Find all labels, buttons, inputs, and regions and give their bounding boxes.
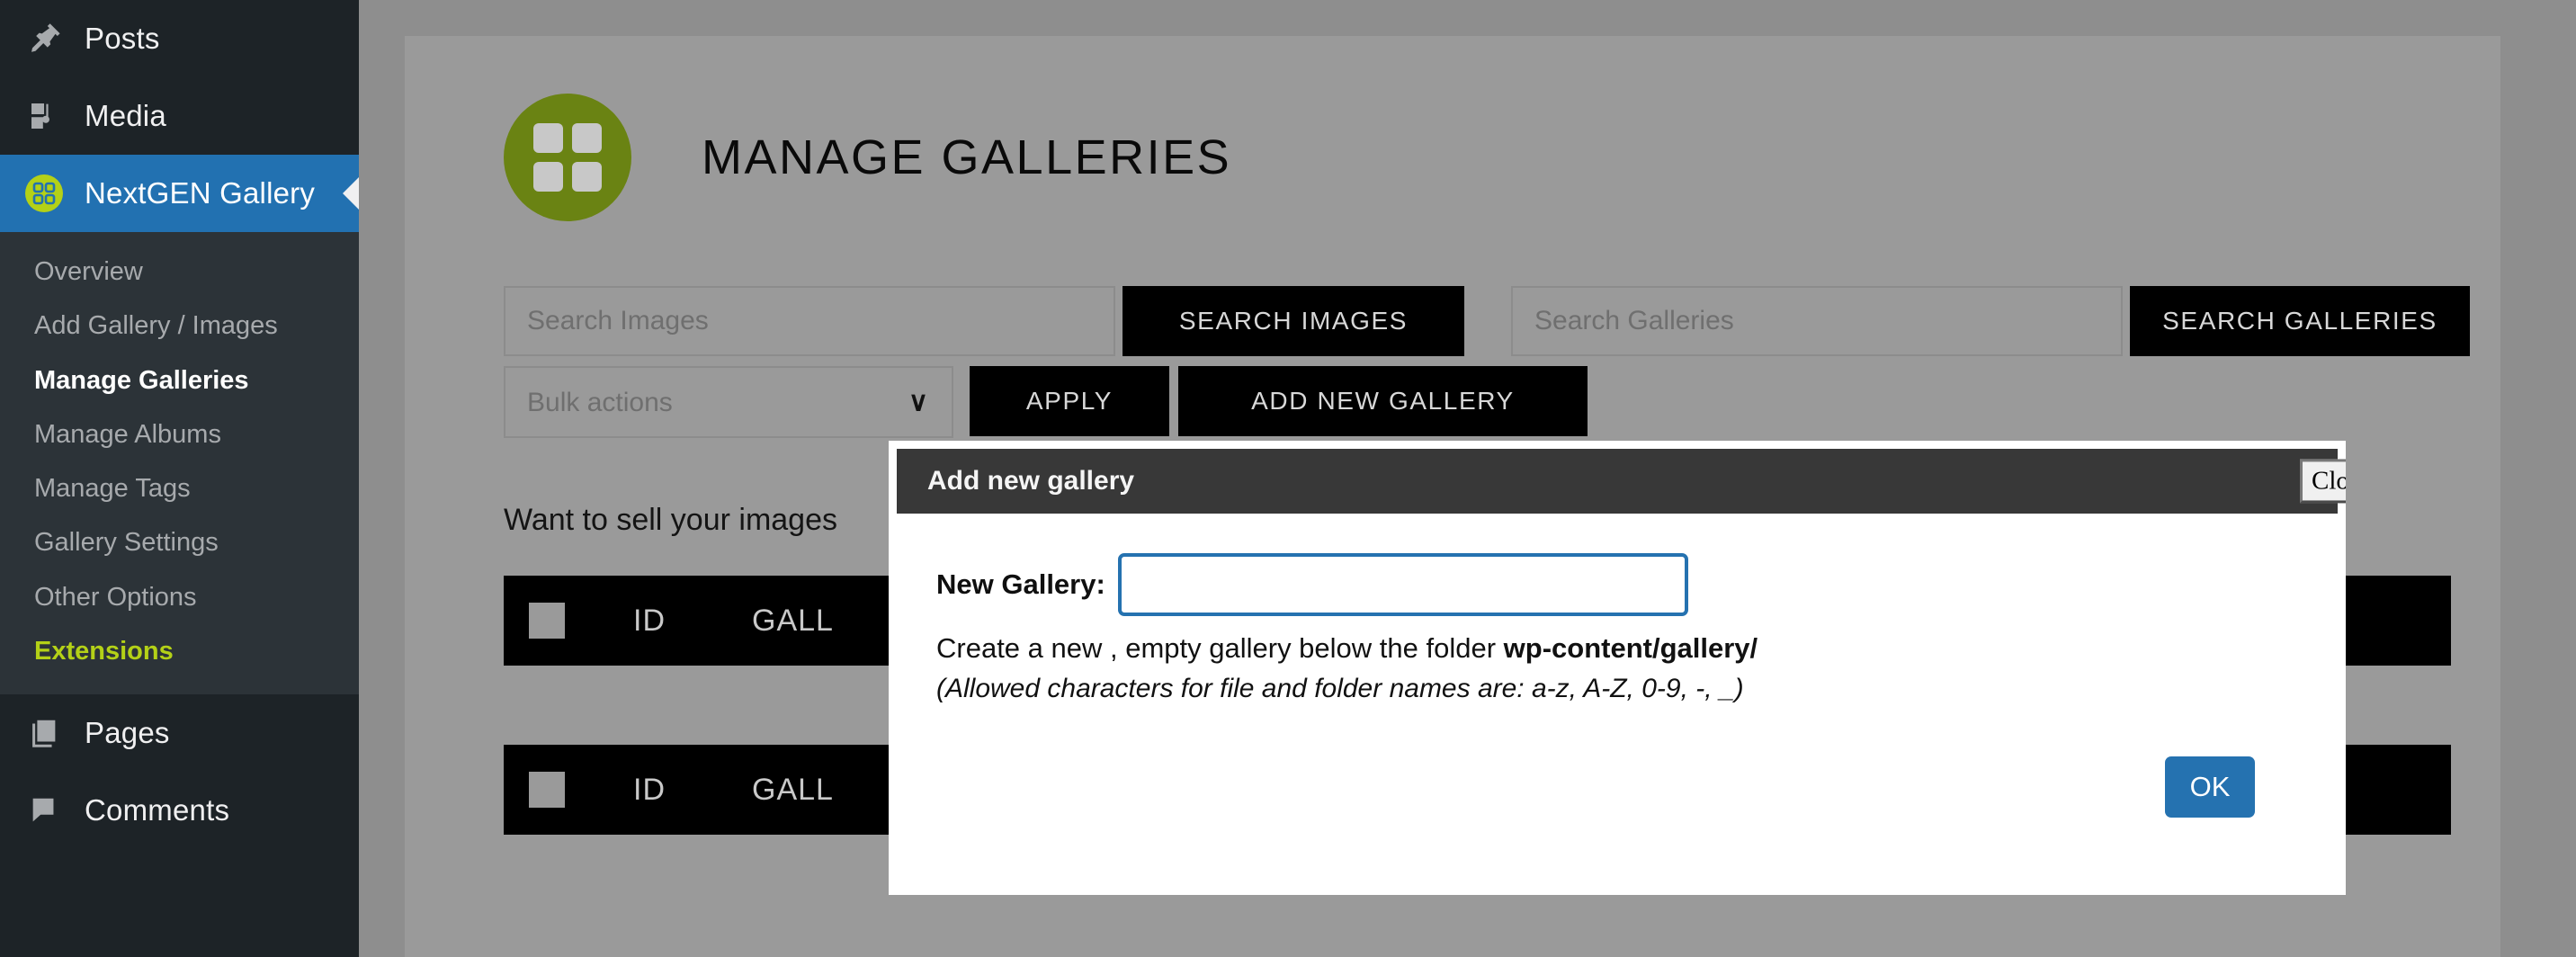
add-new-gallery-dialog: Add new gallery Close New Gallery: Creat… bbox=[889, 441, 2346, 895]
sidebar-item-manage-tags[interactable]: Manage Tags bbox=[0, 461, 359, 515]
close-button[interactable]: Close bbox=[2300, 459, 2346, 504]
add-new-gallery-button[interactable]: ADD NEW GALLERY bbox=[1178, 366, 1588, 436]
sidebar-item-label-posts: Posts bbox=[85, 22, 160, 55]
dialog-help-text-folder-path: wp-content/gallery/ bbox=[1503, 632, 1758, 664]
search-galleries-button[interactable]: SEARCH GALLERIES bbox=[2130, 286, 2470, 356]
apply-button[interactable]: APPLY bbox=[970, 366, 1169, 436]
column-header-gallery-top[interactable]: GALL bbox=[752, 604, 834, 639]
sidebar-item-label-media: Media bbox=[85, 99, 166, 132]
sidebar-item-media[interactable]: Media bbox=[0, 77, 359, 155]
sidebar-item-manage-albums[interactable]: Manage Albums bbox=[0, 407, 359, 461]
search-images-button[interactable]: SEARCH IMAGES bbox=[1123, 286, 1464, 356]
sidebar-item-overview[interactable]: Overview bbox=[0, 245, 359, 299]
sidebar-item-extensions[interactable]: Extensions bbox=[0, 624, 359, 678]
nextgen-gallery-logo-icon bbox=[504, 94, 631, 221]
sidebar-item-other-options[interactable]: Other Options bbox=[0, 570, 359, 624]
pin-icon bbox=[23, 18, 65, 59]
dialog-body: New Gallery: Create a new , empty galler… bbox=[897, 514, 2338, 882]
active-menu-arrow-icon bbox=[343, 177, 359, 210]
page-header: MANAGE GALLERIES bbox=[405, 36, 2500, 221]
media-icon bbox=[23, 95, 65, 137]
sidebar-item-pages[interactable]: Pages bbox=[0, 694, 359, 772]
column-header-id-top[interactable]: ID bbox=[633, 604, 666, 639]
ok-button[interactable]: OK bbox=[2165, 756, 2255, 818]
select-all-checkbox-bottom[interactable] bbox=[529, 772, 565, 808]
sidebar-item-label-nextgen-gallery: NextGEN Gallery bbox=[85, 176, 316, 210]
nextgen-gallery-icon bbox=[23, 173, 65, 214]
dialog-help-text-folder: Create a new , empty gallery below the f… bbox=[936, 632, 2338, 665]
admin-sidebar: Posts Media NextGEN Gallery Overview Add… bbox=[0, 0, 359, 957]
sidebar-item-nextgen-gallery[interactable]: NextGEN Gallery bbox=[0, 155, 359, 232]
bulk-actions-select-wrapper[interactable]: Bulk actions ∨ bbox=[504, 366, 953, 438]
dialog-help-text-folder-prefix: Create a new , empty gallery below the f… bbox=[936, 632, 1504, 664]
dialog-help-text-allowed-chars: (Allowed characters for file and folder … bbox=[936, 674, 1744, 703]
sidebar-item-label-pages: Pages bbox=[85, 716, 170, 749]
new-gallery-label: New Gallery: bbox=[936, 568, 1105, 600]
page-title: MANAGE GALLERIES bbox=[702, 130, 1232, 184]
column-header-id-bottom[interactable]: ID bbox=[633, 773, 666, 808]
sidebar-submenu: Overview Add Gallery / Images Manage Gal… bbox=[0, 232, 359, 694]
dialog-titlebar: Add new gallery Close bbox=[897, 449, 2346, 514]
sidebar-item-posts[interactable]: Posts bbox=[0, 0, 359, 77]
comments-icon bbox=[23, 790, 65, 831]
search-galleries-input[interactable] bbox=[1511, 286, 2123, 356]
sidebar-item-comments[interactable]: Comments bbox=[0, 772, 359, 849]
pages-icon bbox=[23, 712, 65, 754]
sidebar-item-add-gallery-images[interactable]: Add Gallery / Images bbox=[0, 299, 359, 353]
select-all-checkbox-top[interactable] bbox=[529, 603, 565, 639]
sidebar-item-label-comments: Comments bbox=[85, 793, 230, 827]
search-images-input[interactable] bbox=[504, 286, 1115, 356]
sidebar-item-gallery-settings[interactable]: Gallery Settings bbox=[0, 515, 359, 569]
column-header-gallery-bottom[interactable]: GALL bbox=[752, 773, 834, 808]
sidebar-item-manage-galleries[interactable]: Manage Galleries bbox=[0, 353, 359, 407]
bulk-actions-select[interactable]: Bulk actions bbox=[504, 366, 953, 438]
toolbar: SEARCH IMAGES SEARCH GALLERIES Bulk acti… bbox=[405, 286, 2500, 438]
dialog-title: Add new gallery bbox=[927, 466, 1135, 496]
new-gallery-input[interactable] bbox=[1117, 553, 1688, 616]
